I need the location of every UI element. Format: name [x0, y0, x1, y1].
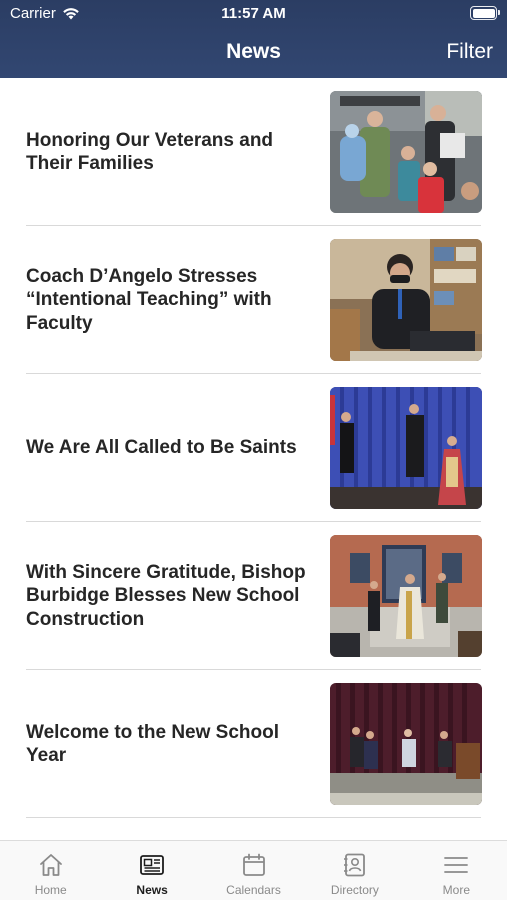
contacts-icon: [343, 853, 365, 877]
status-time: 11:57 AM: [221, 5, 286, 22]
divider: [26, 817, 481, 818]
teaching-photo: [330, 239, 482, 361]
news-item[interactable]: Welcome to the New School Year: [0, 670, 507, 818]
tab-directory[interactable]: Directory: [304, 841, 405, 900]
status-bar: Carrier 11:57 AM: [0, 0, 507, 28]
news-item[interactable]: Coach D’Angelo Stresses “Intentional Tea…: [0, 226, 507, 374]
newspaper-icon: [140, 855, 165, 875]
school-year-stage-photo: [330, 683, 482, 805]
news-item[interactable]: We Are All Called to Be Saints: [0, 374, 507, 522]
tab-home[interactable]: Home: [0, 841, 101, 900]
saints-stage-photo: [330, 387, 482, 509]
news-item-title: Welcome to the New School Year: [26, 721, 280, 767]
tab-label: Home: [34, 883, 67, 897]
tab-news[interactable]: News: [101, 841, 202, 900]
news-list[interactable]: Honoring Our Veterans and Their Families: [0, 78, 507, 840]
news-item[interactable]: With Sincere Gratitude, Bishop Burbidge …: [0, 522, 507, 670]
home-icon: [39, 854, 62, 876]
tab-label: Directory: [330, 883, 379, 897]
news-item-title: We Are All Called to Be Saints: [26, 437, 297, 459]
battery-icon: [470, 6, 500, 20]
calendar-icon: [242, 853, 265, 876]
news-item-title: Coach D’Angelo Stresses “Intentional Tea…: [26, 265, 272, 334]
battery-fill: [472, 8, 495, 18]
menu-icon: [444, 857, 469, 873]
veterans-photo: [330, 91, 482, 213]
bishop-blessing-photo: [330, 535, 482, 657]
news-item-title: Honoring Our Veterans and Their Families: [26, 129, 274, 175]
news-item[interactable]: Honoring Our Veterans and Their Families: [0, 78, 507, 226]
nav-header: Carrier 11:57 AM News Filter: [0, 0, 507, 78]
tab-calendars[interactable]: Calendars: [203, 841, 304, 900]
filter-button[interactable]: Filter: [446, 40, 493, 64]
page-title: News: [226, 40, 281, 63]
tab-more[interactable]: More: [406, 841, 507, 900]
tab-bar: Home News Calendars Directory More: [0, 840, 507, 900]
tab-label: More: [442, 883, 470, 897]
news-item-title: With Sincere Gratitude, Bishop Burbidge …: [26, 561, 306, 630]
tab-label: News: [136, 883, 168, 897]
tab-label: Calendars: [226, 883, 281, 897]
